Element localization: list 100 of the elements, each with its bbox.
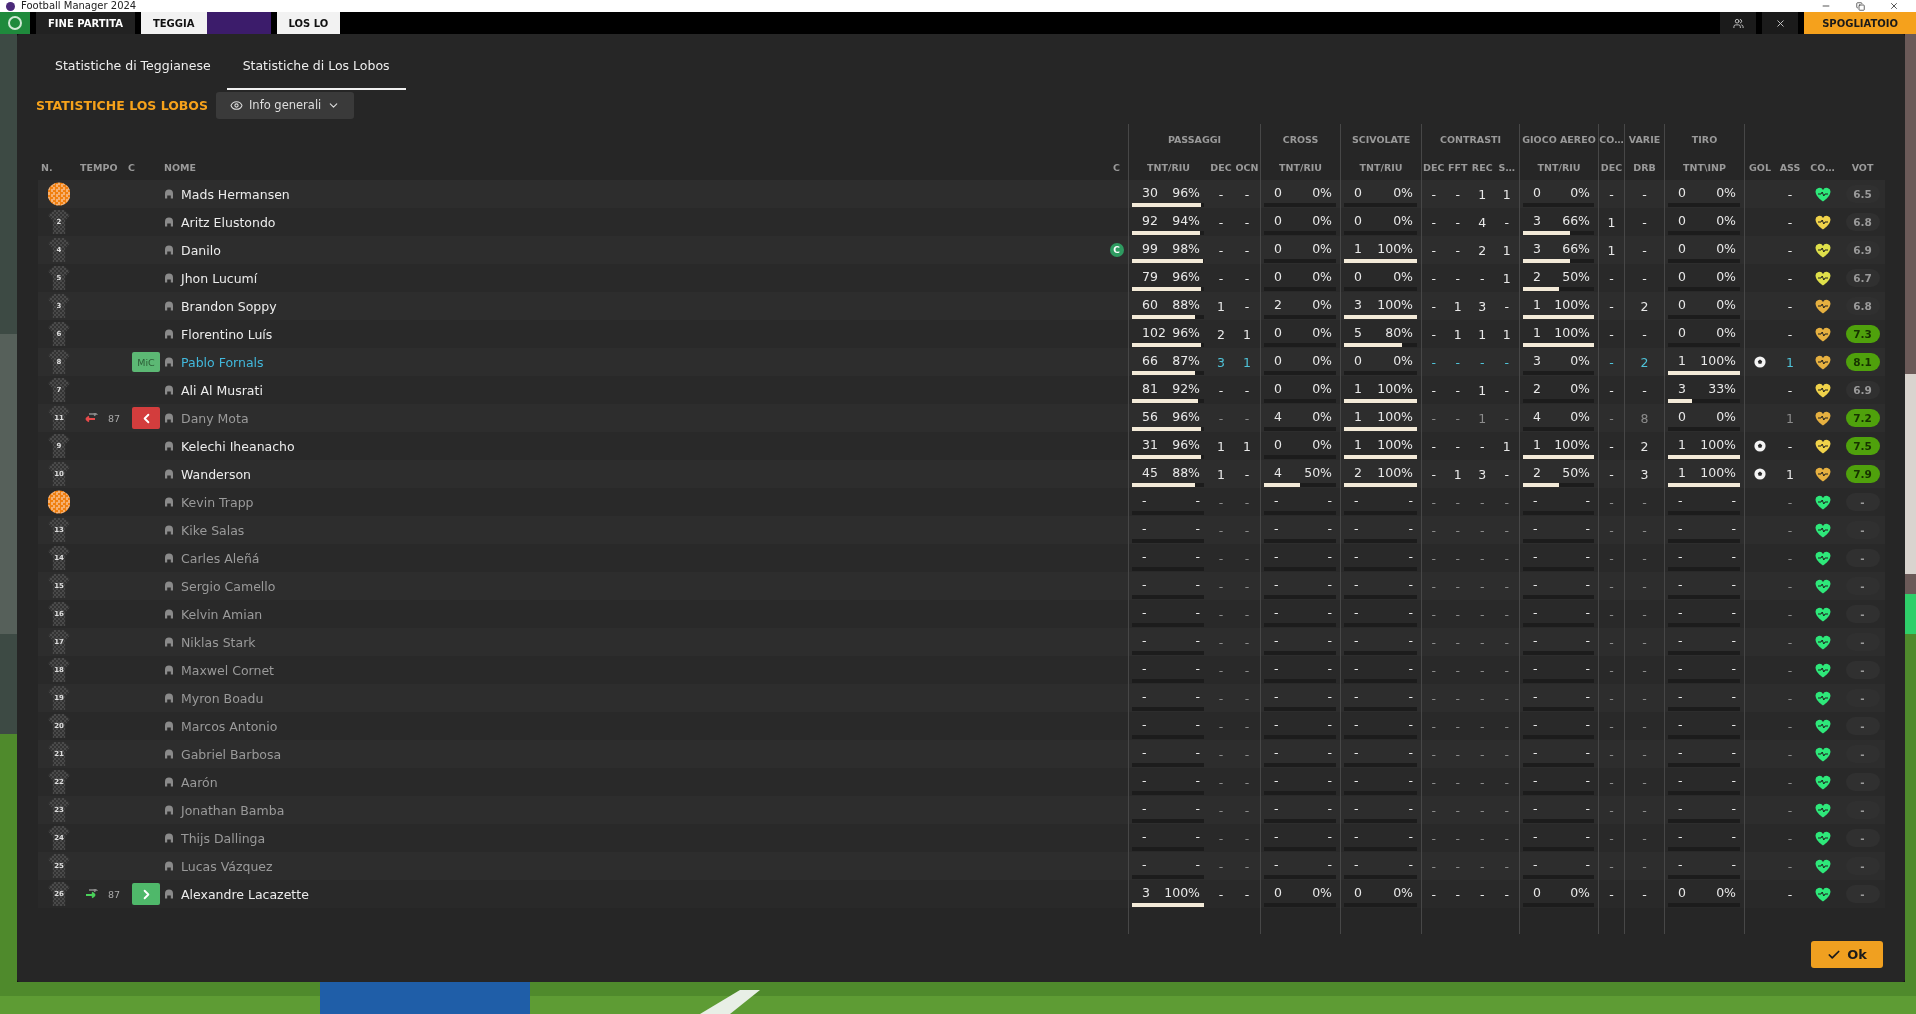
attempts-value: 56 [1142,409,1158,424]
column-header[interactable]: DEC [1210,161,1232,173]
player-name[interactable]: Mads Hermansen [181,186,290,202]
stat-value: - [1431,774,1436,790]
success-rate: 100% [1700,353,1736,368]
column-header[interactable]: FFT [1448,161,1468,173]
column-header[interactable]: VOT [1851,161,1874,173]
attempts-value: - [1354,549,1359,564]
success-rate: - [1327,801,1332,816]
success-rate: 0% [1312,437,1332,452]
success-rate: 96% [1172,269,1200,284]
dressing-room-button[interactable]: SPOGLIATOIO [1804,12,1916,34]
stat-value: 2 [1640,354,1649,370]
player-name[interactable]: Jhon Lucumí [181,270,258,286]
column-header[interactable]: TNT/RIU [1279,161,1322,173]
rating-badge: 7.9 [1845,465,1880,483]
success-rate: 0% [1312,409,1332,424]
attempts-value: - [1678,521,1683,536]
attempts-value: 1 [1533,325,1541,340]
player-name[interactable]: Lucas Vázquez [181,858,273,874]
player-name[interactable]: Sergio Camello [181,578,276,594]
column-header[interactable]: DRB [1633,161,1656,173]
attempts-value: 1 [1533,437,1541,452]
player-name[interactable]: Maxwel Cornet [181,662,274,678]
person-icon [164,273,174,283]
player-name[interactable]: Jonathan Bamba [181,802,285,818]
attempts-value: 2 [1533,269,1541,284]
stat-value: - [1504,354,1509,370]
attempts-value: - [1274,801,1279,816]
column-header[interactable]: TEMPO [80,161,118,173]
subbed-on-badge [132,883,160,905]
column-header[interactable]: NOME [164,161,196,173]
stat-value: - [1218,886,1224,902]
column-header[interactable]: TNT/RIU [1147,161,1190,173]
column-header[interactable]: N. [38,161,53,173]
rating-badge: 7.5 [1845,437,1880,455]
stat-value: - [1218,830,1224,846]
success-rate: 0% [1393,353,1413,368]
success-rate: - [1731,577,1736,592]
player-name[interactable]: Pablo Fornals [181,354,264,370]
player-name[interactable]: Kelechi Iheanacho [181,438,295,454]
success-rate: 0% [1716,325,1736,340]
column-header[interactable]: TNT\INP [1683,161,1726,173]
ok-button[interactable]: Ok [1811,941,1883,968]
player-name[interactable]: Kevin Trapp [181,494,254,510]
column-header[interactable]: OCN [1235,161,1259,173]
attempts-value: 1 [1354,381,1362,396]
column-header[interactable]: CO… [1810,161,1835,173]
column-header[interactable]: REC [1471,161,1493,173]
player-name[interactable]: Carles Aleñá [181,550,260,566]
player-name[interactable]: Aarón [181,774,218,790]
player-name[interactable]: Aritz Elustondo [181,214,276,230]
attempts-value: - [1678,605,1683,620]
stat-value: - [1244,858,1250,874]
stat-value: - [1244,830,1250,846]
column-header[interactable]: DEC [1600,161,1623,173]
tab[interactable]: Statistiche di Teggianese [39,34,227,90]
player-name[interactable]: Thijs Dallinga [181,830,266,846]
stat-value: - [1218,746,1224,762]
column-header[interactable]: GOL [1749,161,1771,173]
player-name[interactable]: Marcos Antonio [181,718,278,734]
player-name[interactable]: Kelvin Amian [181,606,263,622]
column-header[interactable]: TNT/RIU [1537,161,1581,173]
player-name[interactable]: Dany Mota [181,410,249,426]
player-name[interactable]: Florentino Luís [181,326,273,342]
column-header[interactable]: C [128,161,135,173]
attempts-value: - [1142,605,1147,620]
column-header[interactable]: C [1113,161,1120,173]
attempts-value: - [1533,717,1538,732]
stat-value: - [1218,774,1224,790]
player-name[interactable]: Myron Boadu [181,690,264,706]
attempts-value: 0 [1274,325,1282,340]
player-name[interactable]: Danilo [181,242,221,258]
attempts-value: 1 [1533,297,1541,312]
stat-value: - [1609,494,1614,510]
player-name[interactable]: Ali Al Musrati [181,382,263,398]
column-header[interactable]: TNT/RIU [1359,161,1403,173]
column-header[interactable]: ASS [1779,161,1801,173]
player-name[interactable]: Wanderson [181,466,251,482]
success-rate: - [1327,717,1332,732]
player-name[interactable]: Alexandre Lacazette [181,886,309,902]
success-rate: 0% [1393,885,1413,900]
attempts-value: - [1274,717,1279,732]
attempts-value: - [1354,577,1359,592]
player-name[interactable]: Gabriel Barbosa [181,746,282,762]
view-dropdown[interactable]: Info generali [215,91,355,119]
table-row[interactable]: Mads Hermansen 30 96% - - 0 0% 0 0% - - 1 1 0 0% - - 0 0% - 6.5 [38,180,1885,208]
attempts-value: 2 [1354,465,1362,480]
player-name[interactable]: Niklas Stark [181,634,256,650]
column-header[interactable]: DEC [1423,161,1445,173]
success-rate: 50% [1562,465,1590,480]
success-rate: 88% [1172,465,1200,480]
stat-value: - [1431,438,1436,454]
tab[interactable]: Statistiche di Los Lobos [226,34,406,90]
success-rate: - [1195,633,1200,648]
column-header[interactable]: S… [1498,161,1515,173]
stat-value: - [1787,578,1793,594]
player-name[interactable]: Kike Salas [181,522,245,538]
player-name[interactable]: Brandon Soppy [181,298,277,314]
people-icon[interactable] [1720,12,1757,34]
